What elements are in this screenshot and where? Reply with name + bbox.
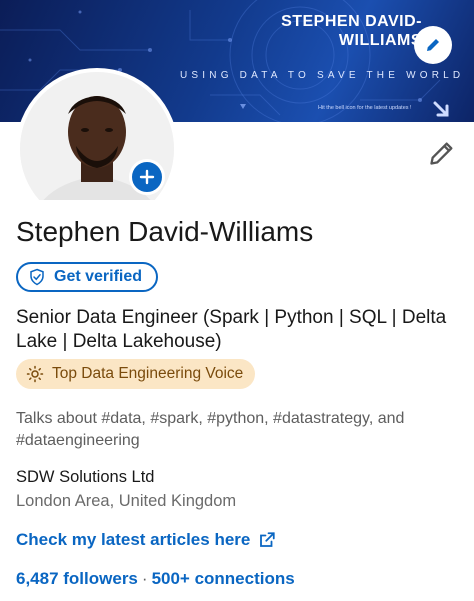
top-voice-badge[interactable]: Top Data Engineering Voice	[16, 359, 256, 389]
add-photo-button[interactable]	[129, 159, 165, 195]
edit-banner-button[interactable]	[414, 26, 452, 64]
get-verified-button[interactable]: Get verified	[16, 262, 159, 292]
network-stats: 6,487 followers · 500+ connections	[16, 569, 295, 589]
banner-subtitle: USING DATA TO SAVE THE WORLD	[180, 70, 465, 81]
profile-headline: Senior Data Engineer (Spark | Python | S…	[16, 307, 447, 352]
stats-separator: ·	[141, 569, 148, 588]
plus-icon	[139, 169, 155, 185]
pencil-icon	[427, 39, 439, 51]
shield-check-icon	[30, 268, 44, 286]
articles-link[interactable]: Check my latest articles here	[16, 530, 276, 550]
edit-profile-button[interactable]	[428, 139, 456, 167]
followers-link[interactable]: 6,487 followers	[16, 569, 138, 588]
talks-about: Talks about #data, #spark, #python, #dat…	[16, 410, 405, 449]
profile-name: Stephen David-Williams	[16, 216, 314, 247]
sun-icon	[26, 365, 44, 383]
articles-link-label: Check my latest articles here	[16, 530, 251, 549]
banner-title: STEPHEN DAVID- WILLIAMS	[222, 12, 422, 50]
top-voice-label: Top Data Engineering Voice	[52, 365, 244, 382]
banner-title-line2: WILLIAMS	[338, 32, 422, 49]
get-verified-label: Get verified	[54, 268, 143, 285]
banner-note: Hit the bell icon for the latest updates…	[318, 105, 412, 111]
arrow-down-right-icon	[433, 101, 449, 117]
external-link-icon	[260, 532, 276, 547]
connections-link[interactable]: 500+ connections	[152, 569, 295, 588]
banner-title-line1: STEPHEN DAVID-	[281, 13, 422, 30]
profile-location: London Area, United Kingdom	[16, 492, 237, 510]
current-company[interactable]: SDW Solutions Ltd	[16, 468, 154, 487]
